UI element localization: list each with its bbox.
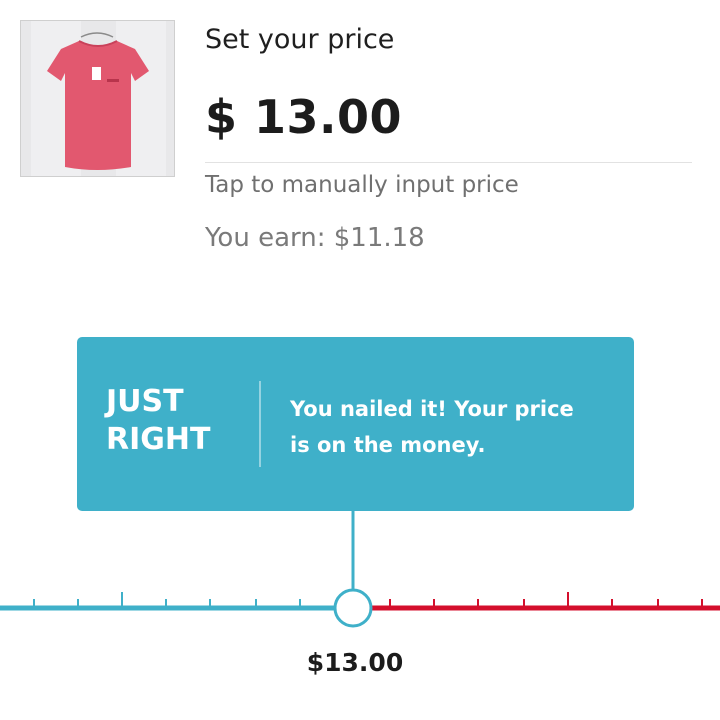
selected-price-label: $13.00 xyxy=(306,648,404,677)
price-divider xyxy=(205,162,692,163)
manual-input-hint[interactable]: Tap to manually input price xyxy=(205,172,519,198)
slider-handle[interactable] xyxy=(333,588,373,628)
feedback-separator xyxy=(259,381,261,467)
feedback-message: You nailed it! Your price is on the mone… xyxy=(290,391,620,463)
feedback-message-line2: is on the money. xyxy=(290,433,486,457)
earnings-text: You earn: $11.18 xyxy=(205,223,425,253)
price-display[interactable]: $ 13.00 xyxy=(205,90,402,144)
feedback-status-line2: RIGHT xyxy=(106,422,211,457)
feedback-message-line1: You nailed it! Your price xyxy=(290,397,574,421)
feedback-status-line1: JUST xyxy=(106,384,184,419)
item-thumbnail[interactable] xyxy=(20,20,175,177)
feedback-status: JUST RIGHT xyxy=(106,383,256,459)
pink-tshirt-photo-icon xyxy=(21,21,174,176)
page-title: Set your price xyxy=(205,24,395,55)
price-slider[interactable] xyxy=(0,508,720,648)
price-feedback-card: JUST RIGHT You nailed it! Your price is … xyxy=(77,337,634,511)
